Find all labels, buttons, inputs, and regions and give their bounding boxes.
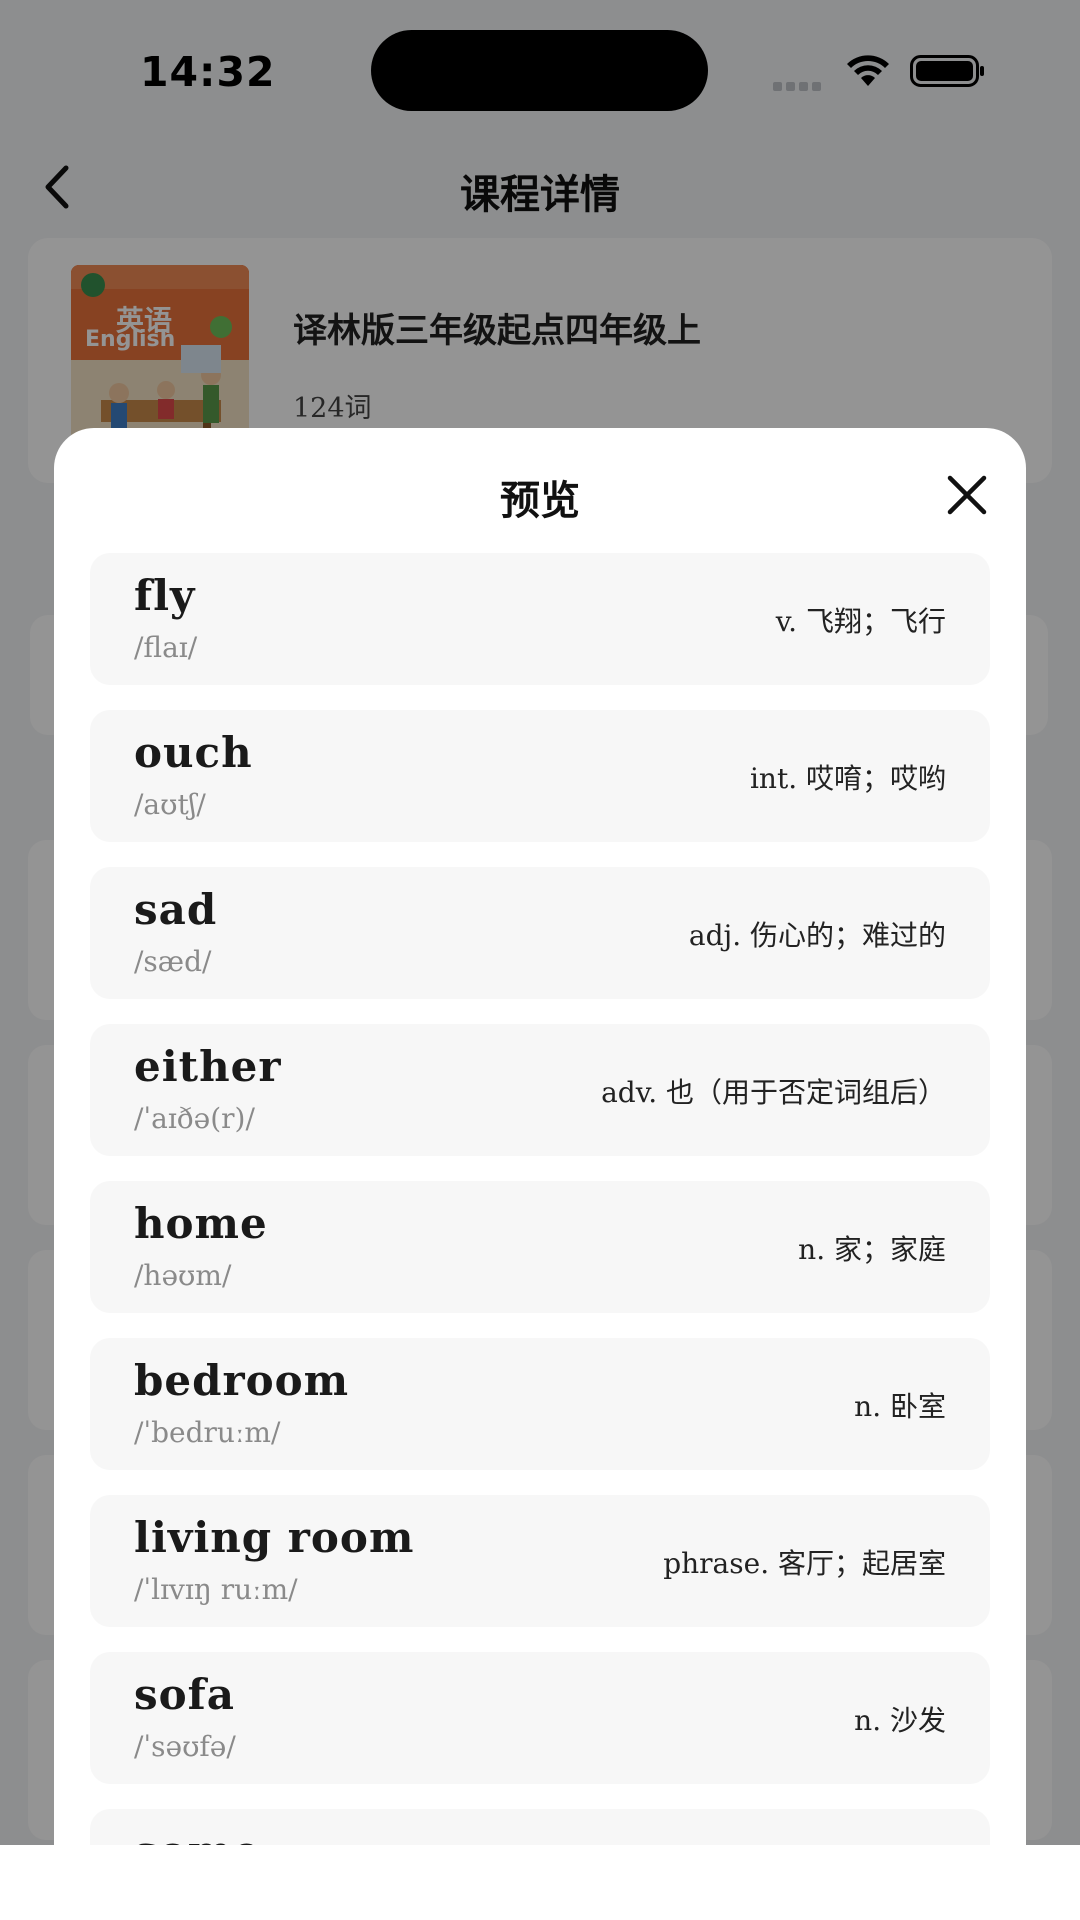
word-phonetic: /ˈsəʊfə/ [134,1730,236,1763]
word-meaning: adv. 也（用于否定词组后） [601,1076,946,1109]
word-meaning: n. 卧室 [854,1390,946,1423]
word-text: either [134,1042,282,1091]
word-meaning: v. 飞翔；飞行 [775,605,946,638]
word-text: living room [134,1513,415,1562]
word-list-item[interactable]: living room/ˈlɪvɪŋ ruːm/phrase. 客厅；起居室 [90,1495,990,1627]
word-list-item[interactable]: sofa/ˈsəʊfə/n. 沙发 [90,1652,990,1784]
word-phonetic: /aʊtʃ/ [134,788,206,821]
word-meaning: n. 家；家庭 [798,1233,946,1266]
close-icon[interactable] [942,470,992,520]
word-phonetic: /ˈlɪvɪŋ ruːm/ [134,1573,298,1606]
word-list-item[interactable]: some [90,1809,990,1845]
word-text: fly [134,571,196,620]
word-text: some [134,1827,261,1845]
word-meaning: int. 哎唷；哎哟 [749,762,946,795]
word-list-item[interactable]: ouch/aʊtʃ/int. 哎唷；哎哟 [90,710,990,842]
word-list: fly/flaɪ/v. 飞翔；飞行 ouch/aʊtʃ/int. 哎唷；哎哟 sad… [90,553,990,1845]
word-list-item[interactable]: bedroom/ˈbedruːm/n. 卧室 [90,1338,990,1470]
course-detail-screen: 14:32 课程详情 英语 English 译林版三年级起点四年级上 124词 … [0,0,1080,1845]
word-list-item[interactable]: fly/flaɪ/v. 飞翔；飞行 [90,553,990,685]
word-text: sofa [134,1670,235,1719]
word-list-item[interactable]: either/ˈaɪðə(r)/ adv. 也（用于否定词组后） [90,1024,990,1156]
word-list-item[interactable]: sad/sæd/adj. 伤心的；难过的 [90,867,990,999]
word-phonetic: /sæd/ [134,945,212,978]
word-text: sad [134,885,218,934]
word-phonetic: /ˈbedruːm/ [134,1416,281,1449]
word-list-item[interactable]: home/həʊm/n. 家；家庭 [90,1181,990,1313]
word-meaning: phrase. 客厅；起居室 [663,1547,946,1580]
word-phonetic: /həʊm/ [134,1259,232,1292]
word-meaning: adj. 伤心的；难过的 [688,919,946,952]
word-phonetic: /flaɪ/ [134,631,198,664]
word-text: bedroom [134,1356,350,1405]
word-text: home [134,1199,268,1248]
word-phonetic: /ˈaɪðə(r)/ [134,1102,255,1135]
preview-sheet: 预览 fly/flaɪ/v. 飞翔；飞行 ouch/aʊtʃ/int. 哎唷；哎哟… [54,428,1026,1845]
word-text: ouch [134,728,253,777]
sheet-title: 预览 [500,478,580,524]
word-meaning: n. 沙发 [854,1704,946,1737]
